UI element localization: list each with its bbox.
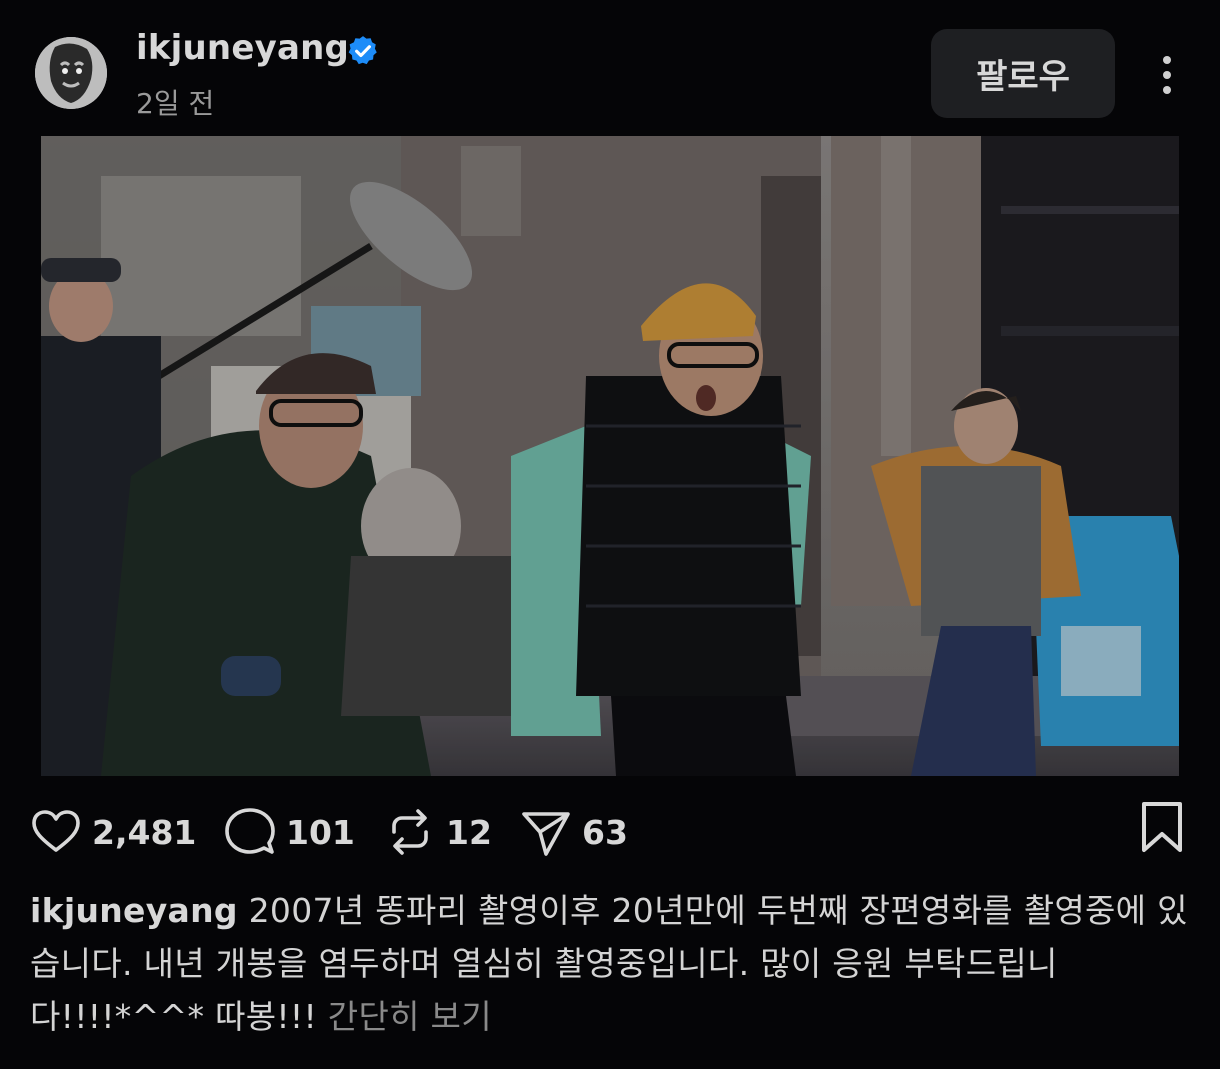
like-button[interactable]: 2,481 [30, 804, 196, 860]
share-button[interactable]: 63 [520, 804, 628, 860]
heart-icon [32, 810, 80, 852]
comment-bubble-icon [225, 808, 275, 854]
like-count: 2,481 [92, 812, 197, 852]
repost-icon [392, 809, 428, 855]
post-image[interactable] [41, 136, 1179, 776]
post-header: ikjuneyang 2일 전 팔로우 [0, 0, 1220, 136]
username[interactable]: ikjuneyang [136, 28, 349, 68]
action-bar: 2,481 101 12 63 [0, 790, 1220, 880]
share-count: 63 [582, 812, 628, 852]
avatar[interactable] [35, 37, 107, 109]
comment-button[interactable]: 101 [224, 804, 355, 860]
repost-button[interactable]: 12 [384, 804, 492, 860]
collapse-caption-link[interactable]: 간단히 보기 [328, 997, 492, 1036]
post-caption: ikjuneyang 2007년 똥파리 촬영이후 20년만에 두번째 장편영화… [30, 884, 1195, 1043]
send-icon [522, 812, 570, 856]
verified-badge-icon [348, 36, 377, 65]
follow-button[interactable]: 팔로우 [931, 29, 1115, 118]
more-vertical-icon[interactable] [1148, 52, 1186, 98]
post-time: 2일 전 [136, 87, 215, 120]
repost-count: 12 [446, 812, 492, 852]
comment-count: 101 [286, 812, 355, 852]
caption-username[interactable]: ikjuneyang [30, 891, 238, 930]
bookmark-icon[interactable] [1138, 800, 1186, 856]
